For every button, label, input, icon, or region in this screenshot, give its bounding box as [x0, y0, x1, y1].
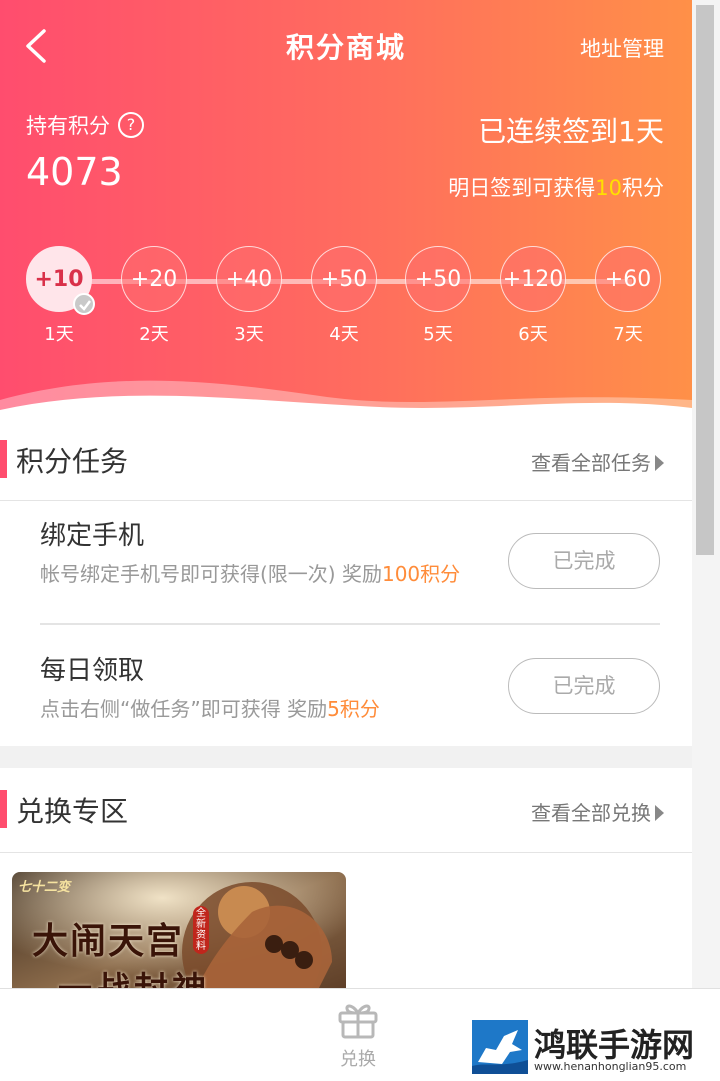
checkin-day-4[interactable]: +50 4天 [311, 246, 381, 346]
checkin-day-1[interactable]: +10 1天 [26, 246, 96, 346]
scrollbar-thumb[interactable] [696, 5, 714, 555]
checkin-day-label: 1天 [44, 324, 74, 345]
checkin-day-label: 4天 [329, 324, 359, 345]
checkin-reward: +50 [311, 246, 377, 312]
caret-right-icon [655, 455, 664, 471]
checkin-reward: +10 [26, 246, 95, 315]
watermark-logo [472, 1020, 528, 1074]
points-header: 积分商城 地址管理 持有积分 ? 4073 已连续签到1天 明日签到可获得10积… [0, 0, 692, 430]
checkin-day-label: 7天 [613, 324, 643, 345]
checkin-reward: +40 [216, 246, 282, 312]
task-reward: 5积分 [327, 697, 380, 721]
tasks-section-header: 积分任务 查看全部任务 [0, 420, 692, 501]
nav-exchange-tab[interactable]: 兑换 [330, 999, 386, 1070]
help-icon[interactable]: ? [118, 112, 144, 138]
view-all-tasks-label: 查看全部任务 [531, 451, 651, 475]
product-line1: 大闹天宫 [32, 920, 185, 962]
product-badge: 七十二变 [18, 880, 71, 895]
task-complete-button[interactable]: 已完成 [508, 533, 660, 589]
checkin-reward-value: +10 [34, 267, 84, 292]
task-desc-text: 点击右侧“做任务”即可获得 奖励 [40, 697, 328, 721]
checkin-day-7[interactable]: +60 7天 [595, 246, 665, 346]
checkin-reward: +120 [500, 246, 566, 312]
task-divider [40, 623, 660, 625]
checkin-day-label: 5天 [423, 324, 453, 345]
checkin-day-3[interactable]: +40 3天 [216, 246, 286, 346]
checkin-day-label: 6天 [518, 324, 548, 345]
points-label-row: 持有积分 ? [26, 110, 144, 140]
page: 积分商城 地址管理 持有积分 ? 4073 已连续签到1天 明日签到可获得10积… [0, 0, 692, 1080]
checkin-reward: +50 [405, 246, 471, 312]
checkin-day-6[interactable]: +120 6天 [500, 246, 570, 346]
checkin-day-5[interactable]: +50 5天 [405, 246, 475, 346]
view-all-exchange-link[interactable]: 查看全部兑换 [531, 797, 664, 826]
tomorrow-points: 10 [595, 176, 622, 200]
task-item: 绑定手机 帐号绑定手机号即可获得(限一次) 奖励100积分 已完成 [40, 515, 660, 615]
exchange-section-header: 兑换专区 查看全部兑换 [0, 768, 692, 853]
section-accent-bar [0, 790, 7, 828]
task-complete-button[interactable]: 已完成 [508, 658, 660, 714]
tomorrow-reward-text: 明日签到可获得10积分 [448, 172, 664, 202]
product-card[interactable]: 七十二变 全新资料 大闹天宫 一战封神 [12, 872, 346, 1002]
points-value: 4073 [26, 150, 123, 194]
nav-exchange-label: 兑换 [340, 1049, 376, 1070]
task-desc: 帐号绑定手机号即可获得(限一次) 奖励100积分 [40, 560, 500, 589]
view-all-exchange-label: 查看全部兑换 [531, 801, 651, 825]
streak-text: 已连续签到1天 [478, 115, 664, 148]
tomorrow-suffix: 积分 [622, 176, 664, 200]
watermark-url: www.henanhonglian95.com [534, 1060, 687, 1073]
tomorrow-prefix: 明日签到可获得 [448, 176, 596, 200]
checkin-day-label: 2天 [139, 324, 169, 345]
checkin-reward: +20 [121, 246, 187, 312]
section-title: 兑换专区 [16, 795, 129, 828]
checkin-day-2[interactable]: +20 2天 [121, 246, 191, 346]
view-all-tasks-link[interactable]: 查看全部任务 [531, 447, 664, 476]
task-item: 每日领取 点击右侧“做任务”即可获得 奖励5积分 已完成 [40, 650, 660, 740]
address-management-link[interactable]: 地址管理 [580, 33, 664, 63]
checkin-reward: +60 [595, 246, 661, 312]
checkin-day-label: 3天 [234, 324, 264, 345]
check-icon [73, 293, 95, 315]
section-title: 积分任务 [16, 445, 129, 478]
points-label: 持有积分 [26, 114, 110, 138]
product-tag: 全新资料 [193, 906, 209, 954]
section-accent-bar [0, 440, 7, 478]
task-desc-text: 帐号绑定手机号即可获得(限一次) 奖励 [40, 562, 382, 586]
caret-right-icon [655, 805, 664, 821]
watermark: 鸿联手游网 www.henanhonglian95.com [472, 1020, 720, 1078]
gift-icon [338, 1004, 378, 1039]
task-reward: 100积分 [381, 562, 461, 586]
